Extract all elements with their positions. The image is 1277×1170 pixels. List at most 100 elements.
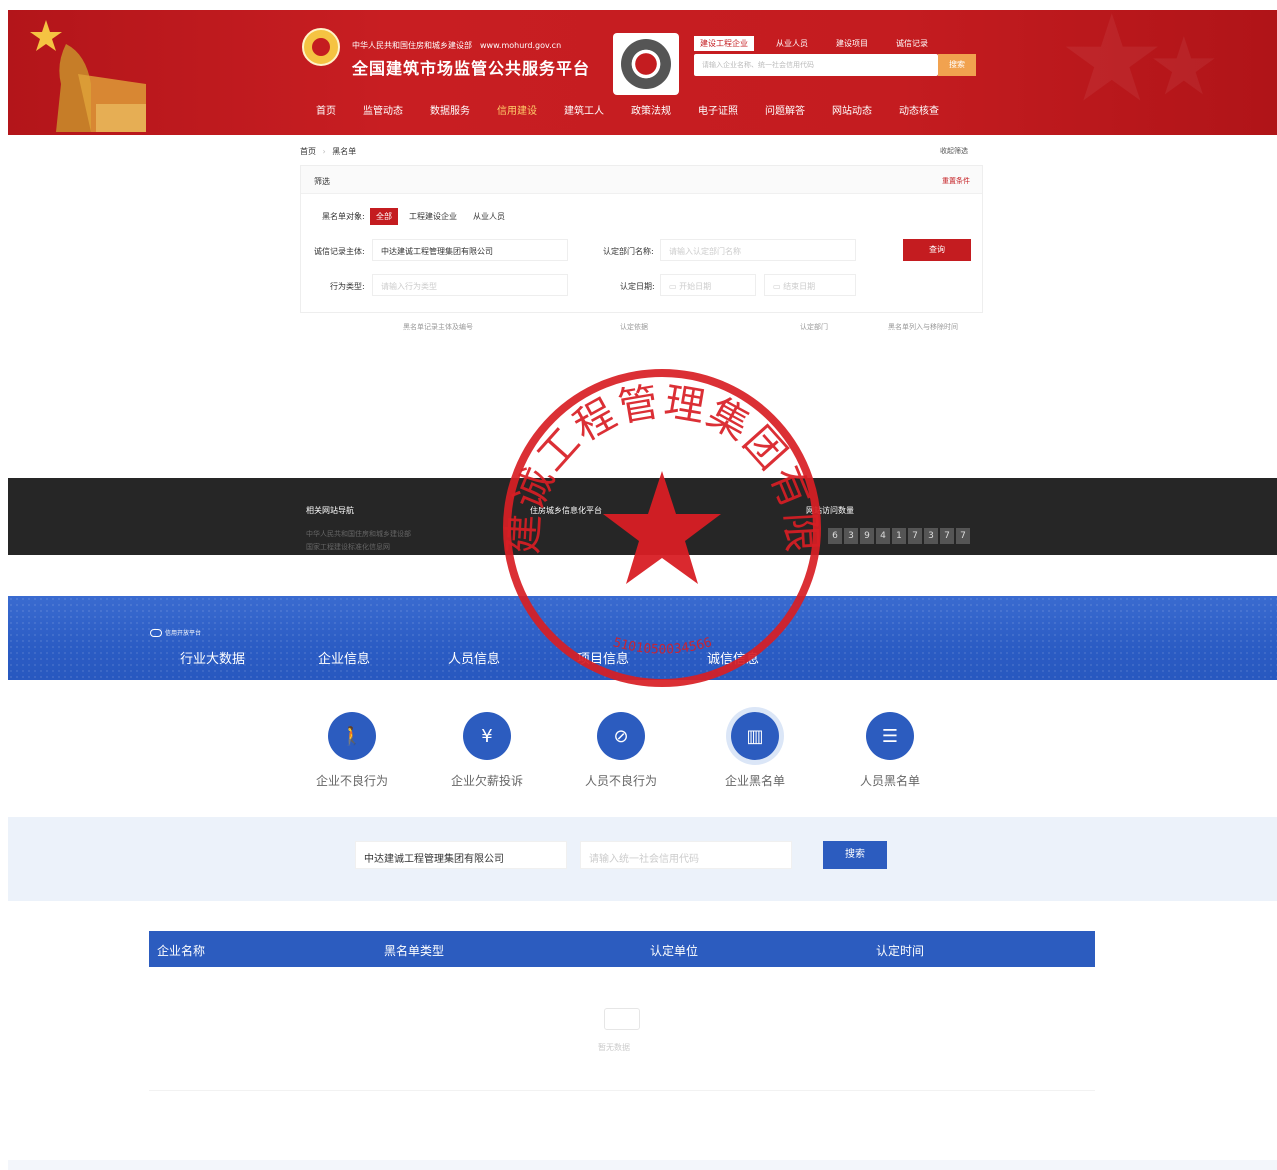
nav-credit[interactable]: 信用建设 [497,102,537,117]
query-button[interactable]: 查询 [903,239,971,261]
person-ban-icon: ⊘ [613,725,629,747]
nav-workers[interactable]: 建筑工人 [564,102,604,117]
credit-nav-enterprise[interactable]: 企业信息 [318,648,370,667]
reset-filter-button[interactable]: 重置条件 [942,176,970,186]
category-wage-complaint[interactable]: ¥ 企业欠薪投诉 [442,712,532,789]
credit-search-button[interactable]: 搜索 [823,841,887,869]
counter-digit: 6 [828,528,842,544]
counter-digit: 7 [908,528,922,544]
footer-dark [8,478,1277,555]
top-search-tabs: 建设工程企业 从业人员 建设项目 诚信记录 [694,36,934,51]
top-search-button[interactable]: 搜索 [938,54,976,76]
ministry-label: 中华人民共和国住房和城乡建设部 [352,41,472,50]
visitor-counter: 6 3 9 4 1 7 3 7 7 [828,528,970,544]
counter-digit: 9 [860,528,874,544]
screenshot-page: ★ ★ 请输入企业名称、统一社会信用代码 中华人民共和国住房和城乡建设部 www.… [0,0,1277,1170]
credit-nav-industry[interactable]: 行业大数据 [180,648,245,667]
nav-supervision[interactable]: 监管动态 [363,102,403,117]
breadcrumb: 首页 › 黑名单 [300,146,356,157]
top-search-input[interactable]: 请输入企业名称、统一社会信用代码 [694,54,938,76]
footer-platform-title: 住房城乡信息化平台 [530,506,602,515]
breadcrumb-current: 黑名单 [332,147,357,156]
footer-visits-title: 网站访问数量 [806,506,854,515]
subject-label: 诚信记录主体: [314,247,365,256]
category-personnel-blacklist[interactable]: ☰ 人员黑名单 [845,712,935,789]
results-table-header [149,931,1095,967]
credit-banner [8,596,1277,680]
cloud-icon [150,628,162,637]
object-option-all[interactable]: 全部 [370,208,398,225]
company-search-input[interactable]: 中达建诚工程管理集团有限公司 [355,841,567,869]
main-nav: 首页 监管动态 数据服务 信用建设 建筑工人 政策法规 电子证照 问题解答 网站… [316,102,966,117]
credit-platform-logo-text: 信用开放平台 [165,630,202,637]
counter-digit: 3 [844,528,858,544]
behavior-label: 行为类型: [330,282,365,291]
tab-credit-records[interactable]: 诚信记录 [890,36,934,51]
filter-title: 筛选 [314,177,330,186]
star-decoration-icon: ★ [1148,20,1220,113]
tab-construction-enterprise[interactable]: 建设工程企业 [694,36,754,51]
tab-practitioners[interactable]: 从业人员 [770,36,814,51]
ministry-url[interactable]: www.mohurd.gov.cn [480,41,561,50]
date-end-placeholder: 结束日期 [783,282,816,291]
counter-digit: 3 [924,528,938,544]
column-date: 认定时间 [876,944,925,958]
counter-digit: 7 [956,528,970,544]
filter-header: 筛选 重置条件 [301,166,982,194]
breadcrumb-separator: › [322,147,326,156]
category-label: 企业欠薪投诉 [450,774,523,788]
column-time: 黑名单列入与移除时间 [888,323,958,331]
tiananmen-emblem-icon [30,20,146,132]
counter-digit: 1 [892,528,906,544]
column-blacklist-type: 黑名单类型 [384,944,445,958]
walking-person-icon: 🚶 [340,725,364,747]
credit-nav-integrity[interactable]: 诚信信息 [707,648,759,667]
dept-label: 认定部门名称: [603,247,654,256]
nav-data-service[interactable]: 数据服务 [430,102,470,117]
category-enterprise-blacklist[interactable]: ▥ 企业黑名单 [710,712,800,789]
nav-site-news[interactable]: 网站动态 [832,102,872,117]
breadcrumb-home[interactable]: 首页 [300,147,316,156]
collapse-filter-button[interactable]: 收起筛选 [940,146,968,156]
column-authority: 认定单位 [650,944,699,958]
nav-faq[interactable]: 问题解答 [765,102,805,117]
category-label: 企业黑名单 [724,774,785,788]
credit-nav-project[interactable]: 项目信息 [577,648,629,667]
qr-code-icon [613,33,679,95]
credit-code-input[interactable]: 请输入统一社会信用代码 [580,841,792,869]
column-basis: 认定依据 [620,323,648,331]
date-start-input[interactable]: ▭ 开始日期 [660,274,756,296]
person-list-ban-icon: ☰ [881,725,899,747]
nav-home[interactable]: 首页 [316,102,336,117]
subject-input[interactable]: 中达建诚工程管理集团有限公司 [372,239,568,261]
object-option-practitioner[interactable]: 从业人员 [467,208,511,225]
column-dept: 认定部门 [800,323,828,331]
credit-nav-personnel[interactable]: 人员信息 [448,648,500,667]
money-bag-icon: ¥ [481,725,493,747]
counter-digit: 4 [876,528,890,544]
category-label: 人员不良行为 [584,774,657,788]
date-label: 认定日期: [620,282,655,291]
behavior-input[interactable]: 请输入行为类型 [372,274,568,296]
divider [149,1090,1095,1091]
category-enterprise-misconduct[interactable]: 🚶 企业不良行为 [307,712,397,789]
nav-policy[interactable]: 政策法规 [631,102,671,117]
category-personnel-misconduct[interactable]: ⊘ 人员不良行为 [576,712,666,789]
site-title: 全国建筑市场监管公共服务平台 [352,59,591,78]
category-label: 企业不良行为 [315,774,388,788]
dept-input[interactable]: 请输入认定部门名称 [660,239,856,261]
tab-projects[interactable]: 建设项目 [830,36,874,51]
object-label: 黑名单对象: [322,212,365,221]
counter-digit: 7 [940,528,954,544]
nav-verification[interactable]: 动态核查 [899,102,939,117]
calendar-icon: ▭ [669,282,680,291]
date-end-input[interactable]: ▭ 结束日期 [764,274,856,296]
column-subject: 黑名单记录主体及编号 [403,323,473,331]
ministry-emblem-icon [302,28,340,66]
footer-link[interactable]: 中华人民共和国住房和城乡建设部 [306,529,411,539]
nav-e-certificate[interactable]: 电子证照 [698,102,738,117]
object-option-enterprise[interactable]: 工程建设企业 [403,208,463,225]
empty-box-icon [604,1008,640,1030]
footer-link[interactable]: 国家工程建设标准化信息网 [306,542,390,552]
ministry-name: 中华人民共和国住房和城乡建设部 www.mohurd.gov.cn [352,40,561,51]
